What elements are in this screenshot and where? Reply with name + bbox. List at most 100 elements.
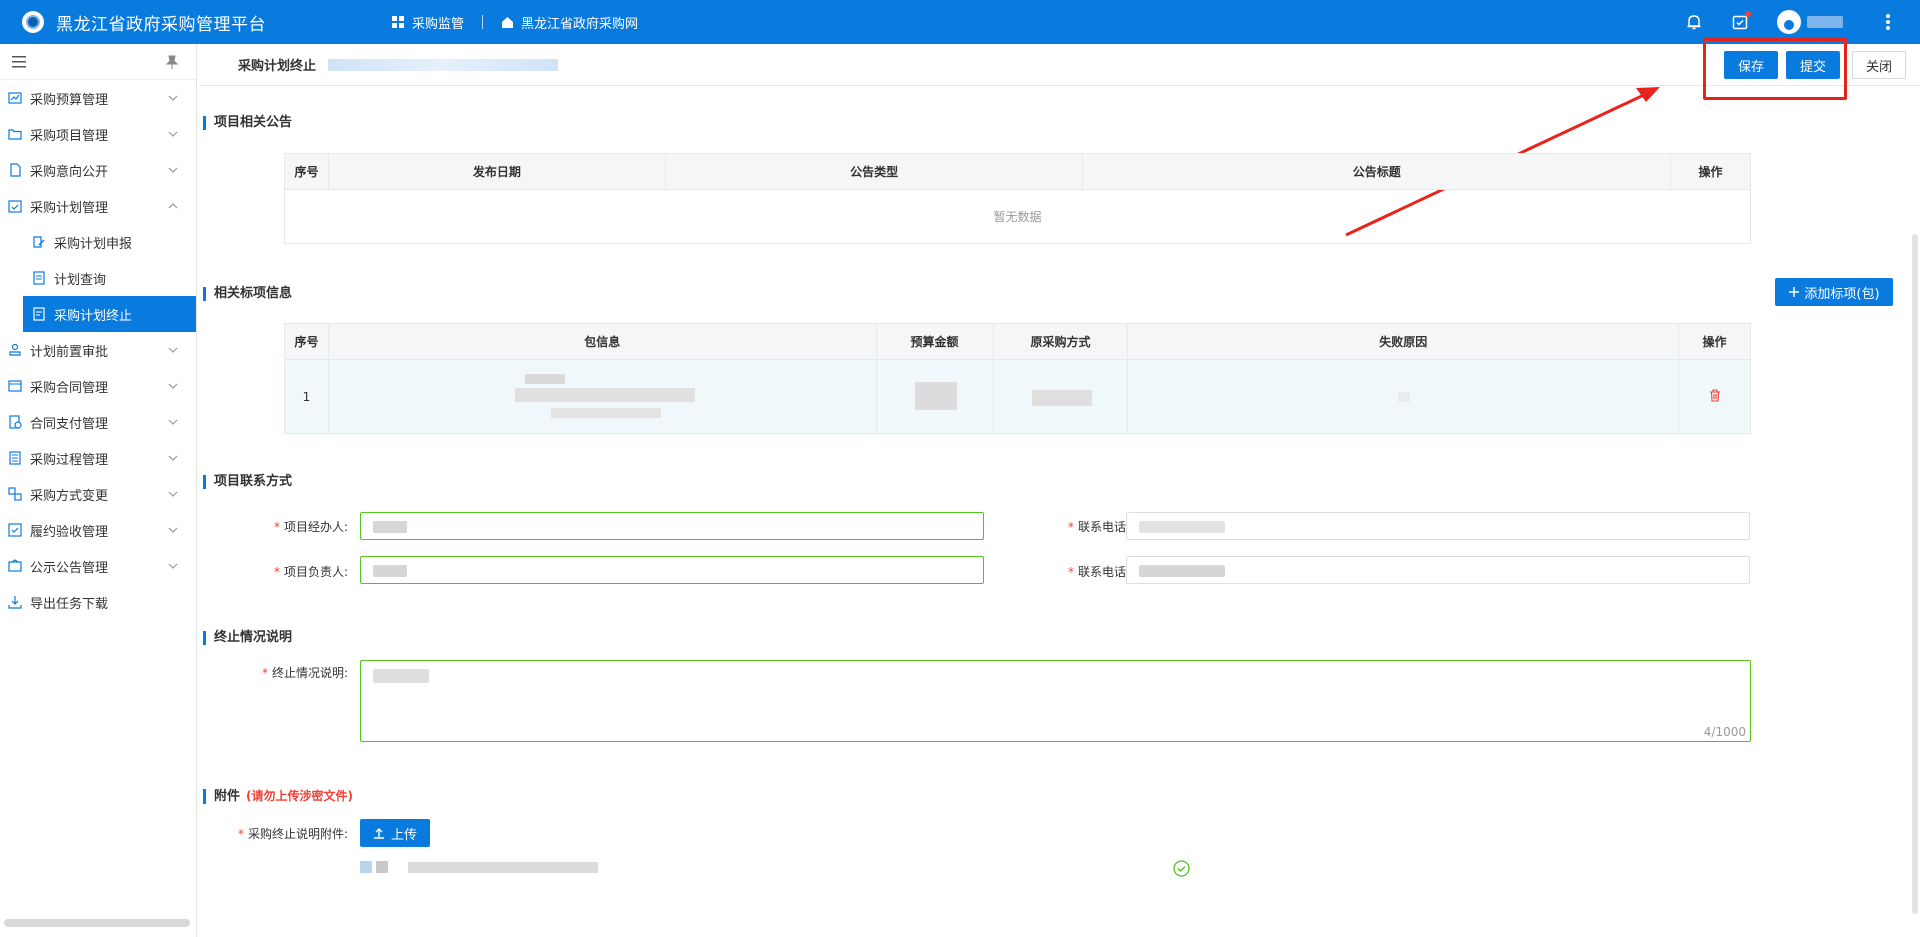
nav-monitor[interactable]: 采购监管 bbox=[374, 13, 482, 32]
leader-input[interactable] bbox=[360, 556, 984, 584]
chevron-down-icon bbox=[168, 527, 178, 533]
sidebar-item-acceptance[interactable]: 履约验收管理 bbox=[0, 512, 196, 548]
original-method-redacted bbox=[992, 359, 1129, 434]
sidebar-item-project[interactable]: 采购项目管理 bbox=[0, 116, 196, 152]
menu-icon[interactable] bbox=[12, 55, 26, 68]
delete-icon[interactable] bbox=[1678, 359, 1751, 434]
edit-doc-icon bbox=[32, 235, 46, 249]
sidebar-item-label: 采购计划终止 bbox=[54, 308, 133, 324]
plus-icon bbox=[1789, 287, 1800, 297]
main-scrollbar[interactable] bbox=[1912, 234, 1918, 914]
task-check-icon[interactable] bbox=[1730, 11, 1751, 32]
chevron-down-icon bbox=[168, 455, 178, 461]
sections-table: 序号 包信息 预算金额 原采购方式 失败原因 操作 1 bbox=[284, 323, 1751, 434]
sidebar-item-label: 采购计划管理 bbox=[30, 200, 109, 216]
check-circle-icon bbox=[1173, 860, 1190, 877]
notification-dot bbox=[1745, 11, 1751, 17]
phone-input[interactable] bbox=[1126, 512, 1750, 540]
announcements-section-title: 项目相关公告 bbox=[203, 116, 292, 130]
empty-state: 暂无数据 bbox=[284, 189, 1751, 244]
column-header: 操作 bbox=[1670, 153, 1751, 190]
sidebar-item-contract[interactable]: 采购合同管理 bbox=[0, 368, 196, 404]
sidebar-item-pre-approval[interactable]: 计划前置审批 bbox=[0, 332, 196, 368]
sidebar: 采购预算管理 采购项目管理 采购意向公开 采购计划管理 采购计划申报 计划查询 … bbox=[0, 44, 197, 937]
manager-label-text: 项目经办人: bbox=[283, 520, 348, 534]
sidebar-item-label: 采购方式变更 bbox=[30, 488, 109, 504]
add-section-button[interactable]: 添加标项(包) bbox=[1775, 278, 1893, 306]
sidebar-header bbox=[0, 44, 196, 80]
upload-button[interactable]: 上传 bbox=[360, 819, 430, 847]
sidebar-item-label: 采购项目管理 bbox=[30, 128, 109, 144]
doc-stop-icon bbox=[32, 307, 46, 321]
contact-section-title: 项目联系方式 bbox=[203, 475, 292, 489]
sidebar-item-label: 采购计划申报 bbox=[54, 236, 133, 252]
attachment-label-text: 采购终止说明附件: bbox=[247, 827, 348, 841]
termination-label: * 终止情况说明: bbox=[261, 666, 348, 680]
username-redacted[interactable] bbox=[1807, 16, 1843, 28]
chevron-down-icon bbox=[168, 419, 178, 425]
sidebar-item-budget[interactable]: 采购预算管理 bbox=[0, 80, 196, 116]
attachments-hint: (请勿上传涉密文件) bbox=[246, 789, 353, 803]
manager-input[interactable] bbox=[360, 512, 984, 540]
leader-label: * 项目负责人: bbox=[273, 565, 348, 579]
chevron-down-icon bbox=[168, 131, 178, 137]
sidebar-item-label: 采购过程管理 bbox=[30, 452, 109, 468]
sidebar-item-payment[interactable]: 合同支付管理 bbox=[0, 404, 196, 440]
phone-value-redacted bbox=[1139, 521, 1225, 533]
grid-icon bbox=[392, 15, 404, 28]
phone-label: * 联系电话: bbox=[1067, 520, 1130, 534]
termination-section-title: 终止情况说明 bbox=[203, 631, 292, 645]
column-header: 预算金额 bbox=[875, 323, 994, 360]
phone2-input[interactable] bbox=[1126, 556, 1750, 584]
pay-icon bbox=[8, 415, 22, 429]
attachment-file-row[interactable] bbox=[360, 861, 600, 875]
contract-icon bbox=[8, 379, 22, 393]
upload-icon bbox=[373, 828, 384, 839]
top-nav: 采购监管 黑龙江省政府采购网 bbox=[374, 13, 656, 32]
top-bar: 黑龙江省政府采购管理平台 采购监管 黑龙江省政府采购网 bbox=[0, 0, 1920, 44]
attachment-label: * 采购终止说明附件: bbox=[237, 827, 348, 841]
sidebar-item-method-change[interactable]: 采购方式变更 bbox=[0, 476, 196, 512]
column-header: 失败原因 bbox=[1127, 323, 1680, 360]
folder-icon bbox=[8, 127, 22, 141]
sidebar-item-plan[interactable]: 采购计划管理 bbox=[0, 188, 196, 224]
column-header: 序号 bbox=[284, 153, 329, 190]
app-logo bbox=[22, 11, 44, 33]
chevron-up-icon bbox=[168, 203, 178, 209]
sidebar-item-label: 采购合同管理 bbox=[30, 380, 109, 396]
pin-icon[interactable] bbox=[166, 55, 178, 69]
column-header: 公告标题 bbox=[1082, 153, 1672, 190]
chevron-down-icon bbox=[168, 563, 178, 569]
avatar[interactable] bbox=[1777, 10, 1801, 34]
termination-label-text: 终止情况说明: bbox=[271, 666, 348, 680]
nav-monitor-label: 采购监管 bbox=[412, 16, 465, 32]
sidebar-item-plan-declare[interactable]: 采购计划申报 bbox=[0, 224, 196, 260]
sidebar-item-plan-query[interactable]: 计划查询 bbox=[0, 260, 196, 296]
column-header: 发布日期 bbox=[327, 153, 666, 190]
sidebar-item-label: 导出任务下载 bbox=[30, 596, 109, 612]
sidebar-item-process[interactable]: 采购过程管理 bbox=[0, 440, 196, 476]
sidebar-item-label: 计划前置审批 bbox=[30, 344, 109, 360]
sidebar-item-label: 公示公告管理 bbox=[30, 560, 109, 576]
stamp-icon bbox=[8, 343, 22, 357]
download-icon bbox=[8, 595, 22, 609]
attachments-title: 附件 bbox=[214, 789, 241, 804]
sidebar-scrollbar[interactable] bbox=[4, 919, 190, 927]
doc-icon bbox=[8, 163, 22, 177]
upload-label: 上传 bbox=[390, 827, 417, 843]
sidebar-item-plan-terminate[interactable]: 采购计划终止 bbox=[23, 296, 196, 332]
attachments-section-title: 附件 (请勿上传涉密文件) bbox=[203, 789, 353, 804]
sidebar-item-notice[interactable]: 公示公告管理 bbox=[0, 548, 196, 584]
column-header: 公告类型 bbox=[664, 153, 1084, 190]
chevron-down-icon bbox=[168, 167, 178, 173]
sidebar-item-label: 计划查询 bbox=[54, 272, 107, 288]
termination-textarea[interactable]: 4/1000 bbox=[360, 660, 1751, 742]
sidebar-item-intent[interactable]: 采购意向公开 bbox=[0, 152, 196, 188]
nav-website[interactable]: 黑龙江省政府采购网 bbox=[483, 13, 656, 32]
notice-icon bbox=[8, 559, 22, 573]
more-vertical-icon[interactable] bbox=[1878, 12, 1898, 32]
failure-reason-redacted bbox=[1127, 359, 1680, 434]
sections-section-title: 相关标项信息 bbox=[203, 287, 292, 301]
bell-icon[interactable] bbox=[1684, 12, 1704, 32]
sidebar-item-export[interactable]: 导出任务下载 bbox=[0, 584, 196, 620]
